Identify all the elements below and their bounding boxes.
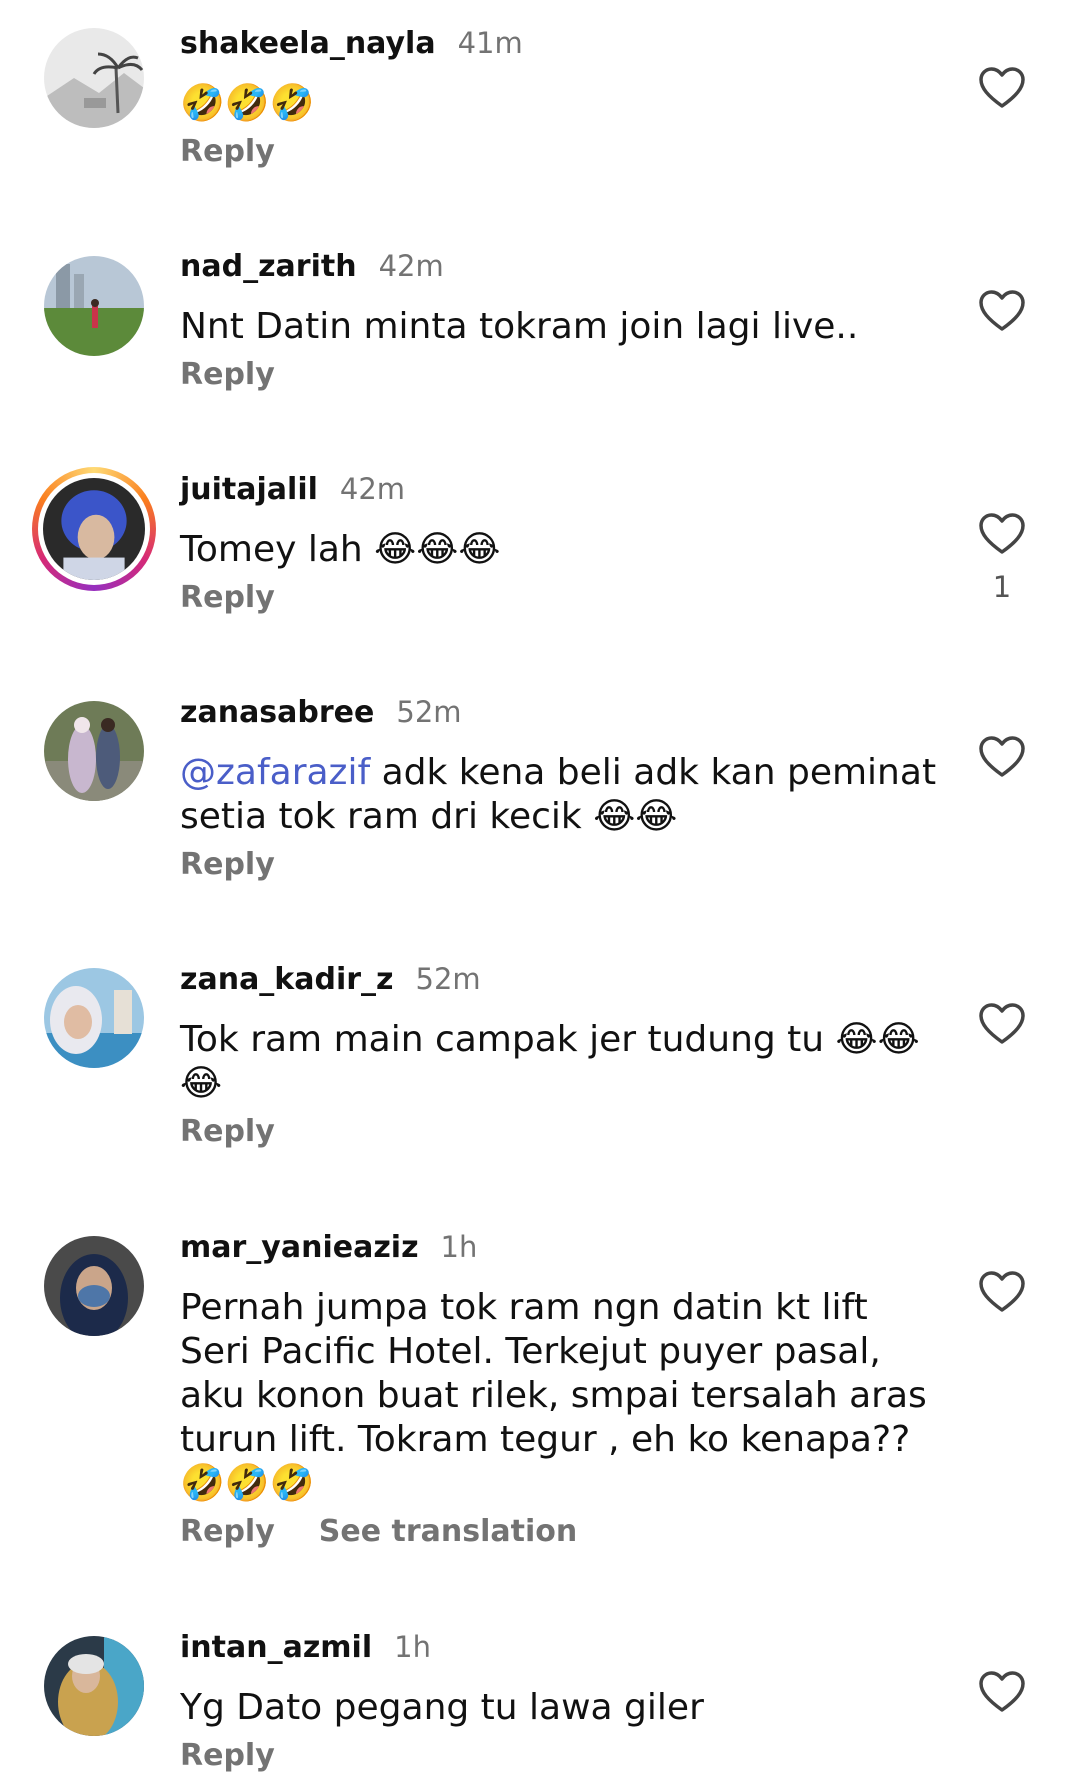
see-translation-button[interactable]: See translation — [319, 1514, 577, 1549]
comment-text: Pernah jumpa tok ram ngn datin kt lift S… — [180, 1287, 927, 1504]
comment-meta: shakeela_nayla 41m — [180, 26, 940, 72]
comment-text: 🤣🤣🤣 — [180, 83, 315, 124]
avatar[interactable] — [44, 1236, 144, 1336]
timestamp: 41m — [457, 26, 523, 60]
username[interactable]: zanasabree — [180, 695, 374, 730]
heart-icon[interactable] — [978, 1002, 1026, 1046]
username[interactable]: shakeela_nayla — [180, 26, 436, 61]
timestamp: 52m — [415, 962, 481, 996]
like-count: 1 — [992, 570, 1012, 604]
heart-icon[interactable] — [978, 512, 1026, 556]
reply-button[interactable]: Reply — [180, 580, 275, 615]
timestamp: 1h — [440, 1230, 478, 1264]
timestamp: 52m — [396, 695, 462, 729]
reply-button[interactable]: Reply — [180, 1514, 275, 1549]
heart-icon[interactable] — [978, 66, 1026, 110]
comment-meta: intan_azmil 1h — [180, 1630, 940, 1676]
comment-text: Tomey lah 😂😂😂 — [180, 529, 501, 570]
comment-text: @zafarazif adk kena beli adk kan peminat… — [180, 751, 940, 839]
reply-button[interactable]: Reply — [180, 847, 275, 882]
comment-meta: mar_yanieaziz 1h — [180, 1230, 940, 1276]
avatar[interactable] — [44, 256, 144, 356]
avatar[interactable] — [44, 968, 144, 1068]
comment-meta: zana_kadir_z 52m — [180, 962, 940, 1008]
avatar[interactable] — [44, 28, 144, 128]
reply-button[interactable]: Reply — [180, 134, 275, 169]
comments-list: shakeela_nayla 41m 🤣🤣🤣 Reply nad_zarith … — [0, 0, 1080, 1788]
comment-text: Tok ram main campak jer tudung tu 😂😂 😂 — [180, 1019, 920, 1104]
reply-button[interactable]: Reply — [180, 357, 275, 392]
comment-text: Yg Dato pegang tu lawa giler — [180, 1687, 704, 1728]
avatar-with-story-ring[interactable] — [32, 467, 156, 591]
reply-button[interactable]: Reply — [180, 1114, 275, 1149]
avatar[interactable] — [44, 701, 144, 801]
avatar[interactable] — [44, 1636, 144, 1736]
heart-icon[interactable] — [978, 289, 1026, 333]
comment-meta: zanasabree 52m — [180, 695, 940, 741]
reply-button[interactable]: Reply — [180, 1738, 275, 1773]
timestamp: 1h — [394, 1630, 431, 1664]
comment-meta: juitajalil 42m — [180, 472, 940, 518]
username[interactable]: nad_zarith — [180, 249, 357, 284]
comment-meta: nad_zarith 42m — [180, 249, 940, 295]
timestamp: 42m — [378, 249, 444, 283]
mention-link[interactable]: @zafarazif — [180, 752, 370, 793]
comment-text: Nnt Datin minta tokram join lagi live.. — [180, 306, 859, 347]
heart-icon[interactable] — [978, 735, 1026, 779]
username[interactable]: juitajalil — [180, 472, 318, 507]
heart-icon[interactable] — [978, 1270, 1026, 1314]
heart-icon[interactable] — [978, 1670, 1026, 1714]
timestamp: 42m — [339, 472, 406, 506]
username[interactable]: mar_yanieaziz — [180, 1230, 419, 1265]
username[interactable]: intan_azmil — [180, 1630, 372, 1665]
username[interactable]: zana_kadir_z — [180, 962, 394, 997]
